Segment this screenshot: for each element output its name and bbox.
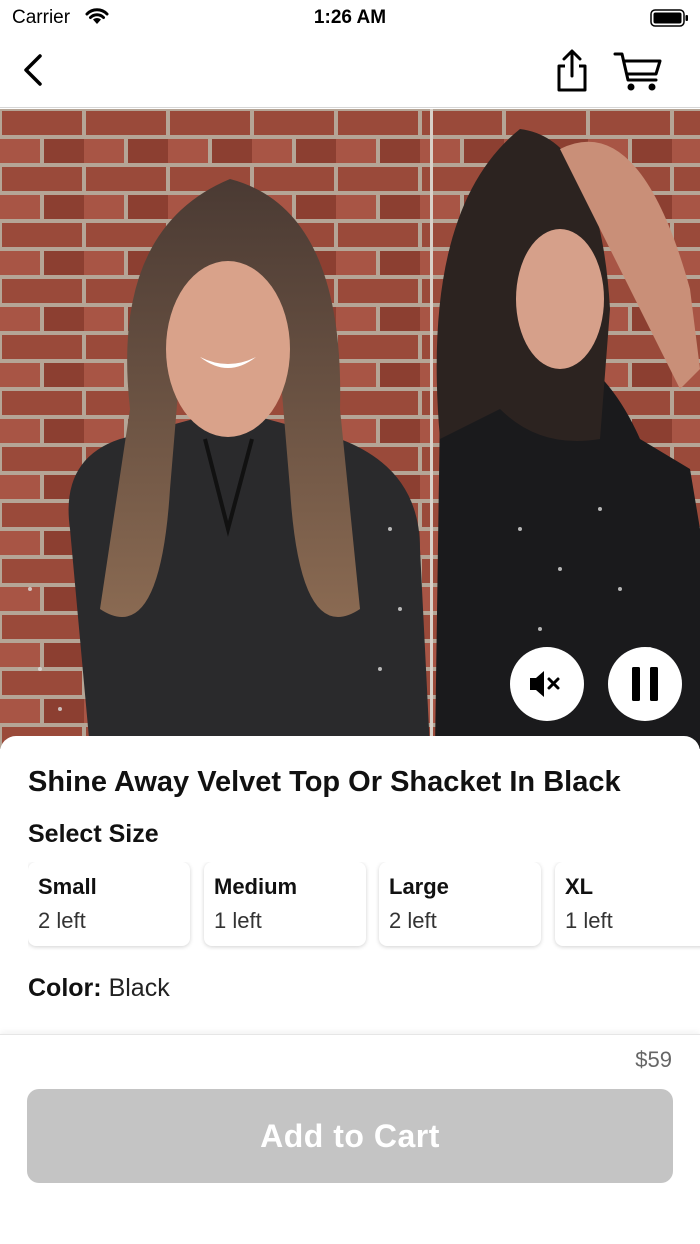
product-video[interactable] [0, 109, 700, 749]
size-name: Small [38, 874, 97, 899]
color-value: Black [108, 974, 170, 1002]
mute-button[interactable] [510, 647, 584, 721]
pause-icon [632, 667, 658, 701]
product-title: Shine Away Velvet Top Or Shacket In Blac… [28, 766, 621, 798]
chevron-left-icon[interactable] [18, 50, 50, 90]
size-name: Large [389, 874, 449, 899]
size-stock: 2 left [389, 908, 437, 933]
size-name: XL [565, 874, 594, 899]
add-to-cart-button[interactable]: Add to Cart [27, 1089, 673, 1183]
size-option-medium[interactable]: Medium 1 left [204, 862, 366, 946]
size-option-small[interactable]: Small 2 left [28, 862, 190, 946]
cart-icon[interactable] [612, 48, 664, 94]
size-option-large[interactable]: Large 2 left [379, 862, 541, 946]
size-stock: 1 left [214, 908, 262, 933]
size-name: Medium [214, 874, 298, 899]
price-label: $59 [635, 1047, 672, 1072]
purchase-footer: $59 Add to Cart [0, 1034, 700, 1244]
status-bar: Carrier 1:26 AM [0, 0, 700, 36]
speaker-muted-icon [530, 671, 560, 697]
battery-icon [650, 9, 688, 27]
size-options: Small 2 left Medium 1 left Large 2 left … [28, 862, 700, 952]
size-heading: Select Size [28, 820, 159, 848]
share-icon[interactable] [552, 48, 592, 94]
product-details-sheet: Shine Away Velvet Top Or Shacket In Blac… [0, 736, 700, 1036]
product-video-frame [0, 109, 700, 749]
color-label: Color: [28, 974, 102, 1002]
size-option-xl[interactable]: XL 1 left [555, 862, 700, 946]
size-stock: 2 left [38, 908, 86, 933]
size-stock: 1 left [565, 908, 613, 933]
color-line: Color: Black [28, 974, 170, 1003]
navigation-bar [0, 36, 700, 108]
status-time: 1:26 AM [313, 7, 387, 28]
pause-button[interactable] [608, 647, 682, 721]
